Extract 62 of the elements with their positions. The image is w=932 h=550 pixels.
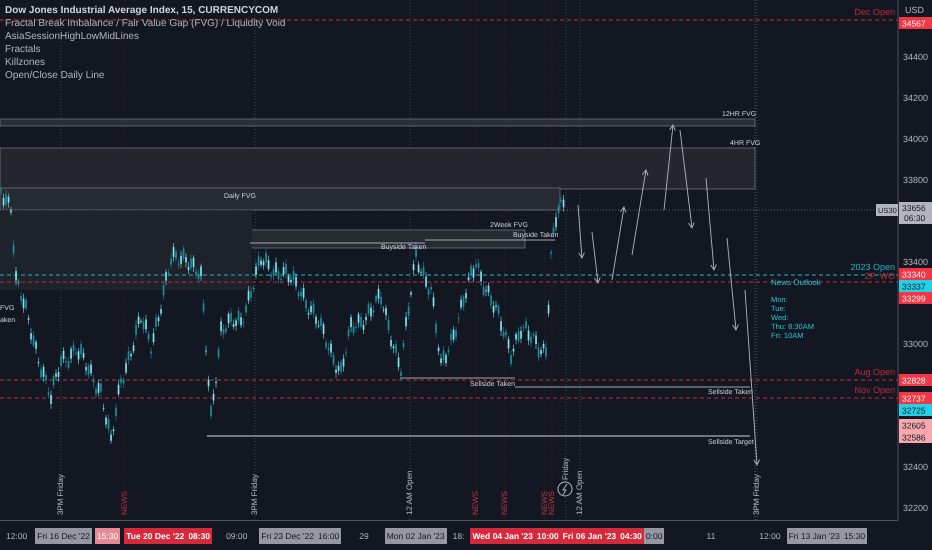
session-marker: NEWS [471, 491, 480, 515]
indicator-name: Fractals [5, 44, 42, 56]
price-label: 33337 [899, 280, 932, 292]
time-label: Fri 23 Dec '22 [259, 528, 316, 544]
time-label: 15:30 [842, 528, 868, 544]
time-label: 12:00 [5, 530, 28, 543]
time-label: 04:30 [618, 528, 644, 544]
time-label: Mon 02 Jan '23 [384, 528, 447, 544]
session-marker: NEWS [540, 491, 549, 515]
price-tick: 32400 [903, 462, 928, 472]
price-tick: 33000 [903, 339, 928, 349]
price-tick: 34200 [903, 93, 928, 103]
time-label: Fri 13 Jan '23 [786, 528, 842, 544]
time-label: 18: [452, 530, 466, 543]
time-label: 10:00 [534, 528, 561, 544]
price-tick: 33400 [903, 257, 928, 267]
currency-label: USD [905, 5, 924, 15]
level-label: Aug Open [854, 367, 895, 377]
price-label: 32605 [899, 419, 932, 431]
time-label: 12:00 [758, 530, 782, 543]
time-label: Tue 20 Dec '22 [124, 528, 186, 544]
time-label: 29 [358, 530, 370, 543]
session-marker: NEWS [500, 491, 509, 515]
session-marker: 3PM Friday [250, 474, 259, 515]
time-label: 08:30 [186, 528, 212, 544]
level-label: 2023 Open [850, 262, 895, 272]
time-label: Fri 16 Dec '22 [35, 528, 92, 544]
price-label: 32737 [899, 392, 932, 404]
time-label: 16:00 [316, 528, 342, 544]
price-tick: 32200 [903, 503, 928, 513]
chart-title: Dow Jones Industrial Average Index, 15, CURRENCYCOM [5, 5, 280, 17]
level-label: Dec Open [854, 7, 895, 17]
price-tick: 34400 [903, 52, 928, 62]
indicator-name: Fractal Break Imbalance / Fair Value Gap (FVG) / Liquidity Void [5, 18, 286, 30]
price-label: 32586 [899, 431, 932, 443]
session-marker: 3PM Friday [752, 474, 761, 515]
price-label: 33299 [899, 292, 932, 304]
session-marker: NEWS [547, 491, 556, 515]
news-outlook-title: News Outlook [771, 278, 821, 287]
indicator-name: Killzones [5, 57, 46, 69]
time-label: 11 [705, 530, 716, 543]
session-marker: 12 AM Open [575, 470, 584, 515]
time-label: 0:00 [644, 528, 664, 544]
session-marker: Friday [561, 458, 570, 480]
session-marker: NEWS [120, 491, 129, 515]
price-label: 32828 [899, 374, 932, 386]
session-marker: 3PM Friday [56, 474, 65, 515]
time-label: 09:00 [225, 530, 248, 543]
time-label: Fri 06 Jan '23 [560, 528, 618, 544]
indicator-name: Open/Close Daily Line [5, 70, 106, 82]
price-label: 34567 [899, 17, 932, 29]
time-label: Wed 04 Jan '23 [470, 528, 535, 544]
session-marker: 12 AM Open [405, 470, 414, 515]
indicator-name: AsiaSessionHighLowMidLines [5, 31, 140, 43]
level-label: 2P. WO [864, 271, 895, 281]
price-label: 32725 [899, 404, 932, 416]
price-tick: 33800 [903, 175, 928, 185]
time-label: 15:30 [94, 528, 120, 544]
price-label: 33656 06:30 [899, 202, 932, 224]
price-label: 33340 [899, 268, 932, 280]
price-tick: 34000 [903, 134, 928, 144]
level-label: Nov Open [854, 385, 895, 395]
